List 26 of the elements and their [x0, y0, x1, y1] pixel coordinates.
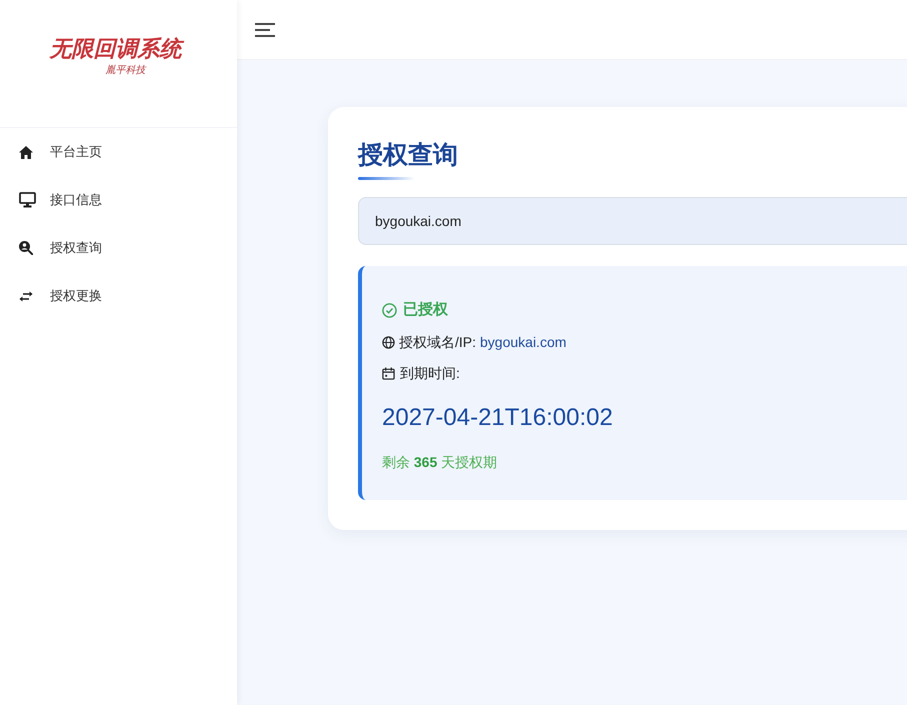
- status-text: 已授权: [403, 300, 448, 320]
- domain-input-field[interactable]: bygoukai.com: [358, 197, 907, 245]
- remaining-days: 剩余 365 天授权期: [382, 450, 498, 474]
- calendar-icon: [382, 366, 395, 380]
- nav-item[interactable]: 授权查询: [0, 224, 237, 272]
- expiry-label: 到期时间:: [400, 364, 460, 382]
- domain-label: 授权域名/IP:: [399, 332, 476, 352]
- swap-arrows-icon: [19, 290, 33, 302]
- domain-value: bygoukai.com: [480, 332, 566, 352]
- nav-item-label: 授权查询: [50, 239, 102, 258]
- nav-item-label: 接口信息: [50, 191, 102, 210]
- nav-item[interactable]: 授权更换: [0, 272, 237, 320]
- check-circle-icon: [382, 302, 397, 318]
- nav-item-label: 平台主页: [50, 143, 102, 162]
- menu-icon[interactable]: [255, 22, 275, 36]
- title-underline: [358, 177, 415, 180]
- logo-subtitle: 胤平科技: [106, 65, 146, 77]
- nav-item[interactable]: 接口信息: [0, 176, 237, 224]
- globe-icon: [382, 336, 395, 348]
- card-title: 授权查询: [358, 140, 458, 171]
- home-icon: [19, 146, 33, 158]
- user-search-icon: [19, 241, 33, 255]
- monitor-icon: [19, 192, 36, 208]
- nav-item[interactable]: 平台主页: [0, 128, 237, 176]
- nav-item-label: 授权更换: [50, 287, 102, 306]
- expiry-date: 2027-04-21T16:00:02: [382, 403, 613, 433]
